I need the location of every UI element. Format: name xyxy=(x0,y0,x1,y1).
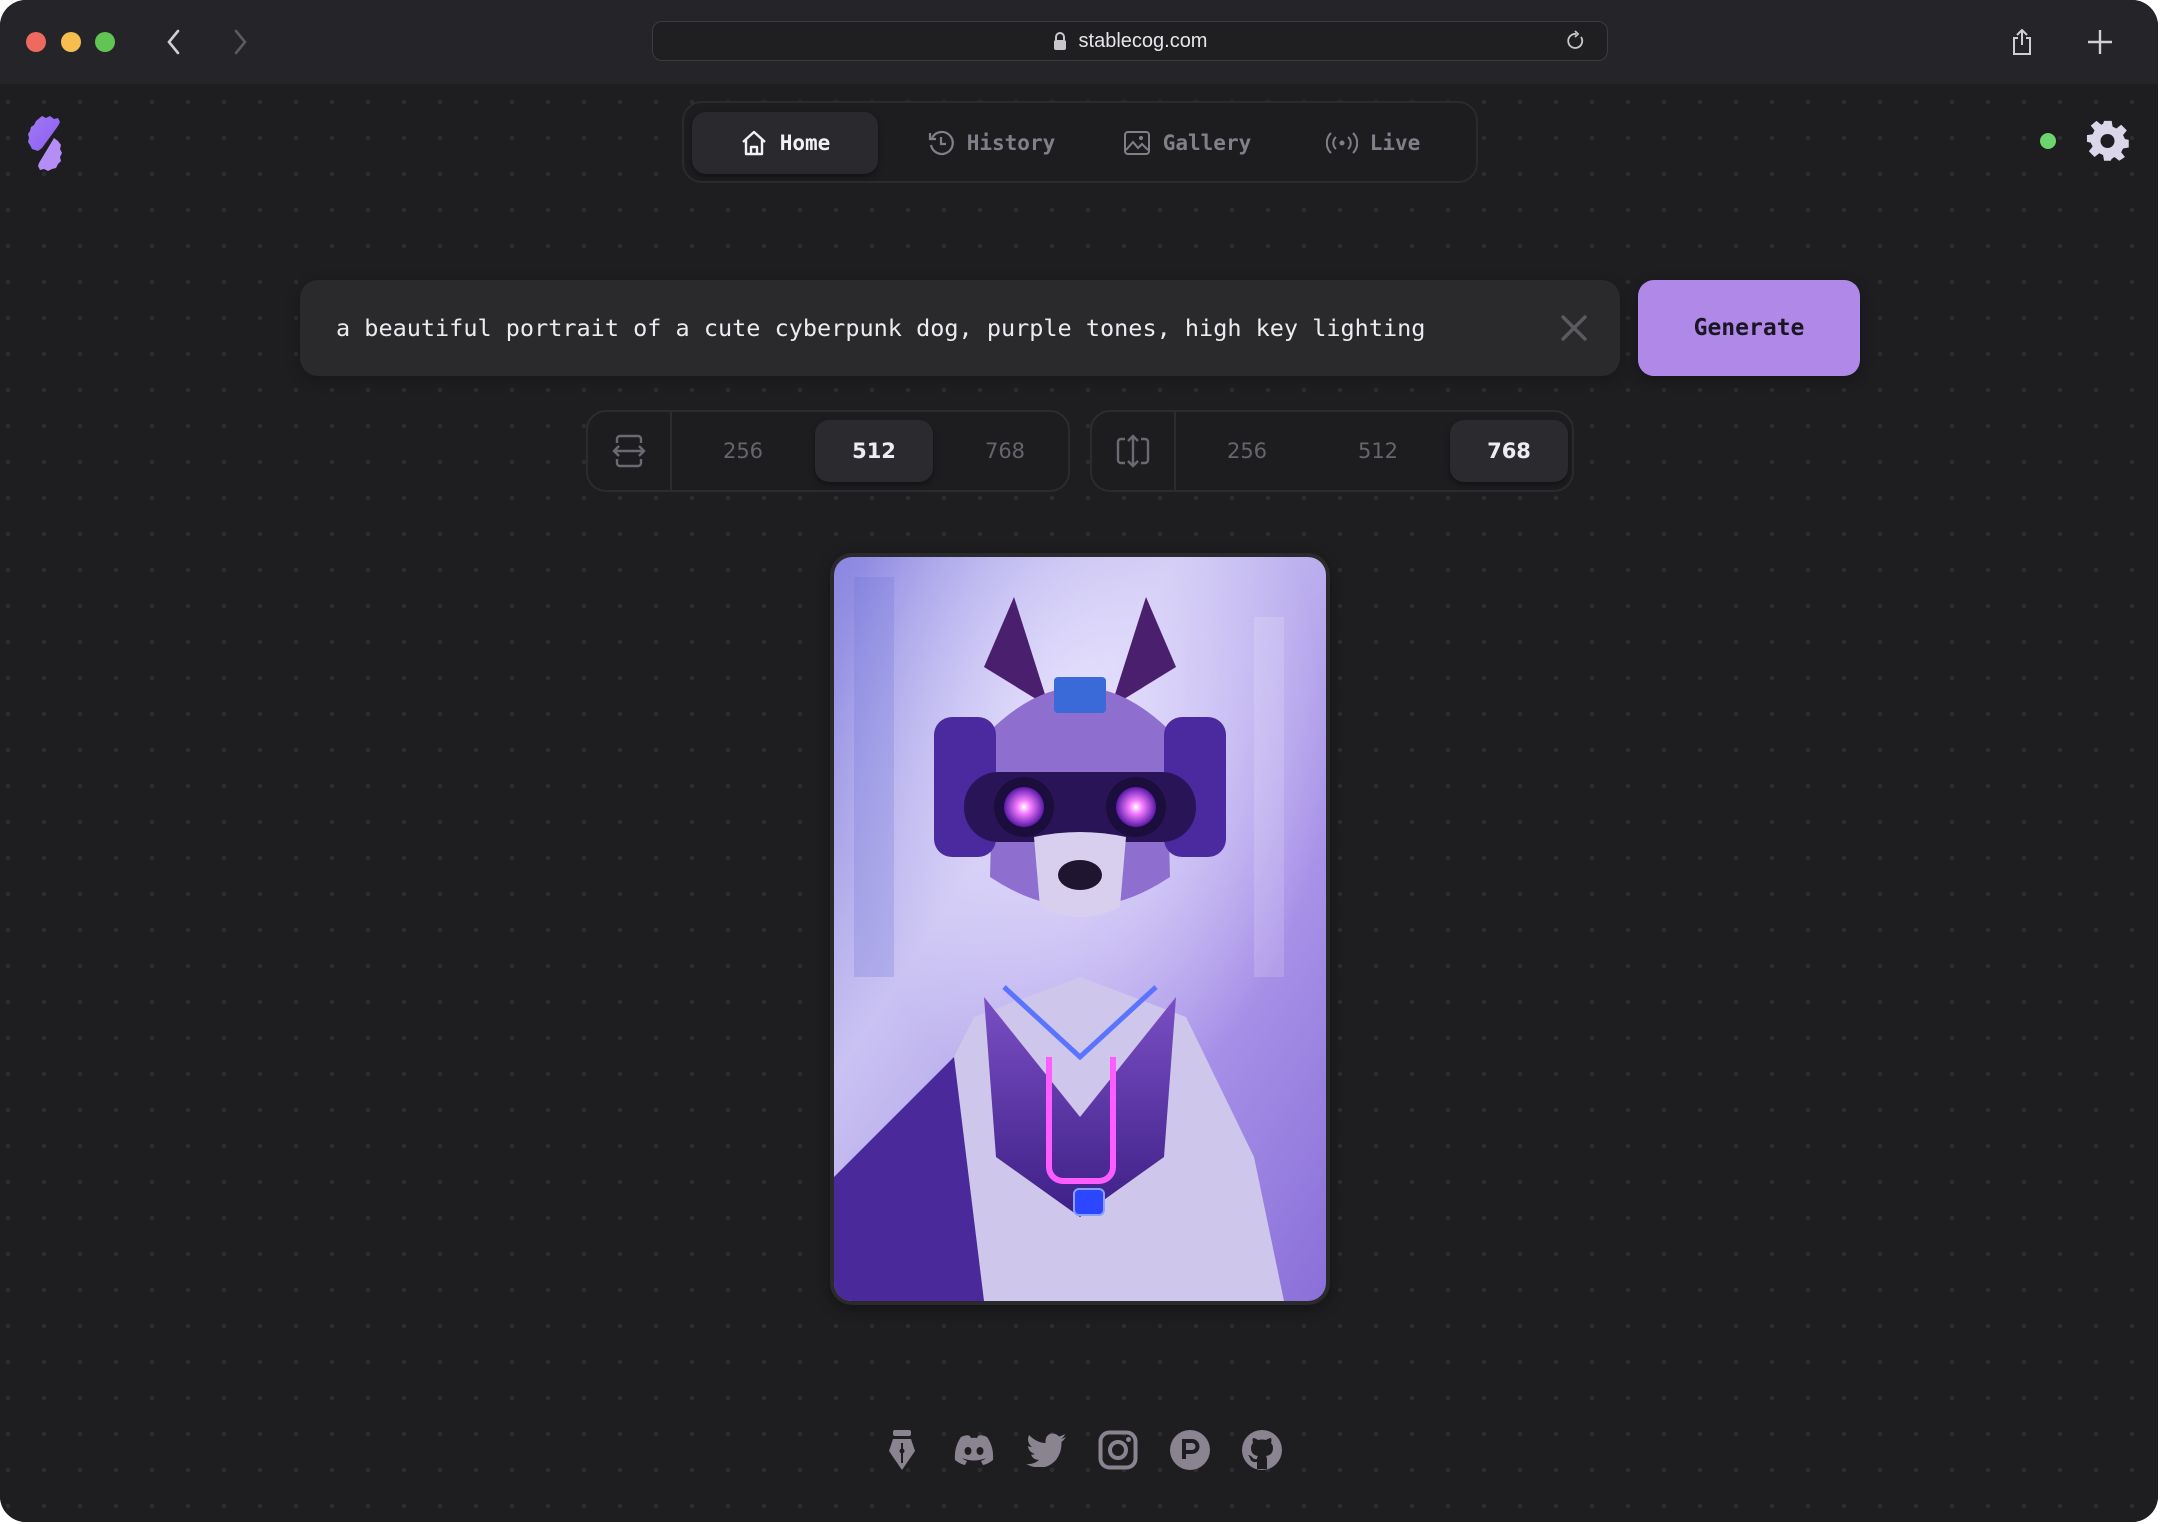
stablecog-logo[interactable] xyxy=(28,114,68,172)
height-option-768[interactable]: 768 xyxy=(1450,420,1568,482)
lock-icon xyxy=(1053,32,1066,50)
instagram-icon xyxy=(1098,1430,1138,1470)
tab-history[interactable]: History xyxy=(898,112,1084,174)
prompt-input[interactable] xyxy=(336,280,1516,376)
live-icon xyxy=(1325,132,1358,154)
back-button[interactable] xyxy=(158,26,190,58)
browser-toolbar: stablecog.com xyxy=(0,0,2158,84)
height-icon xyxy=(1116,434,1150,468)
tab-label: Live xyxy=(1369,131,1421,155)
discord-icon xyxy=(954,1435,994,1465)
instagram-link[interactable] xyxy=(1096,1428,1140,1472)
share-icon xyxy=(2013,28,2031,55)
minimize-window-button[interactable] xyxy=(61,32,81,52)
github-link[interactable] xyxy=(1240,1428,1284,1472)
height-option-256[interactable]: 256 xyxy=(1188,420,1306,482)
github-icon xyxy=(1242,1430,1282,1470)
width-selector: 256 512 768 xyxy=(586,410,1070,492)
main-nav: Home History Gallery Live xyxy=(682,101,1478,183)
height-icon-cell xyxy=(1092,412,1176,490)
back-icon xyxy=(167,29,180,55)
width-option-512[interactable]: 512 xyxy=(815,420,933,482)
gear-icon[interactable] xyxy=(2086,119,2130,163)
share-button[interactable] xyxy=(2004,24,2040,60)
tab-gallery[interactable]: Gallery xyxy=(1094,112,1280,174)
discord-link[interactable] xyxy=(952,1428,996,1472)
gallery-icon xyxy=(1123,131,1150,155)
new-tab-icon xyxy=(2088,30,2112,54)
prompt-box xyxy=(300,280,1620,376)
tab-home[interactable]: Home xyxy=(692,112,878,174)
width-option-768[interactable]: 768 xyxy=(946,420,1064,482)
width-icon-cell xyxy=(588,412,672,490)
tab-label: Home xyxy=(779,131,831,155)
producthunt-icon xyxy=(1170,1430,1210,1470)
history-icon xyxy=(928,130,954,156)
reload-button[interactable] xyxy=(1565,30,1587,56)
tab-label: Gallery xyxy=(1162,131,1252,155)
close-window-button[interactable] xyxy=(26,32,46,52)
maximize-window-button[interactable] xyxy=(95,32,115,52)
address-bar[interactable]: stablecog.com xyxy=(652,21,1608,61)
producthunt-link[interactable] xyxy=(1168,1428,1212,1472)
forward-button[interactable] xyxy=(224,26,256,58)
twitter-icon xyxy=(1026,1433,1066,1467)
browser-window: stablecog.com Home History Gallery Live … xyxy=(0,0,2158,1522)
blog-icon xyxy=(889,1430,915,1470)
close-icon xyxy=(1561,315,1587,341)
generated-image xyxy=(834,557,1326,1301)
clear-prompt-button[interactable] xyxy=(1556,310,1592,346)
height-selector: 256 512 768 xyxy=(1090,410,1574,492)
forward-icon xyxy=(234,29,247,55)
tab-live[interactable]: Live xyxy=(1280,112,1466,174)
home-icon xyxy=(741,130,766,156)
url-text: stablecog.com xyxy=(1078,29,1208,52)
twitter-link[interactable] xyxy=(1024,1428,1068,1472)
generated-image-card[interactable] xyxy=(830,553,1330,1305)
width-option-256[interactable]: 256 xyxy=(684,420,802,482)
status-indicator xyxy=(2040,133,2056,149)
blog-link[interactable] xyxy=(880,1428,924,1472)
new-tab-button[interactable] xyxy=(2082,24,2118,60)
width-icon xyxy=(612,434,646,468)
social-links xyxy=(880,1428,1284,1478)
height-option-512[interactable]: 512 xyxy=(1319,420,1437,482)
reload-icon xyxy=(1567,30,1584,49)
tab-label: History xyxy=(966,131,1056,155)
generate-button[interactable]: Generate xyxy=(1638,280,1860,376)
